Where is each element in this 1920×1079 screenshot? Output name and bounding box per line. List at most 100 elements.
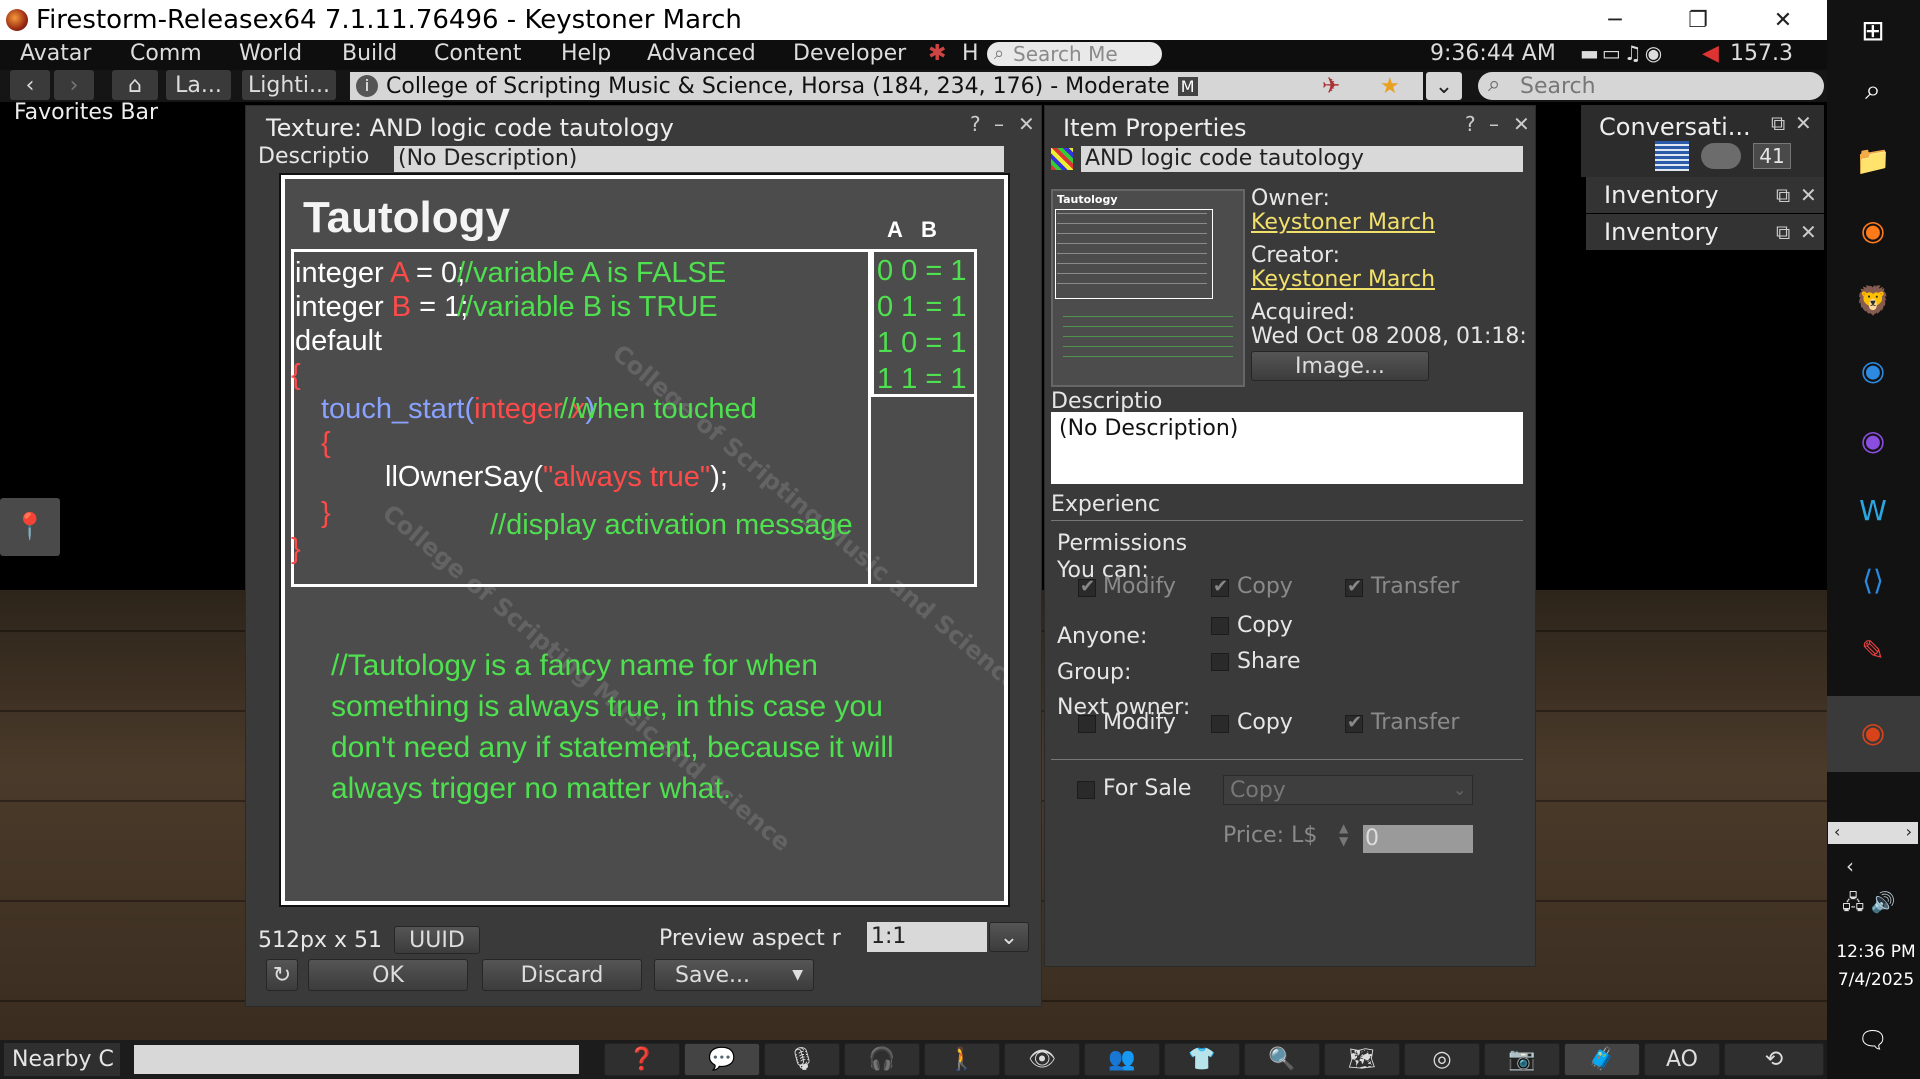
windows-start-icon[interactable]: ⊞	[1853, 10, 1893, 50]
anyone-copy-checkbox[interactable]	[1211, 617, 1229, 635]
restore-button[interactable]: ❐	[1658, 0, 1738, 40]
menu-advanced[interactable]: Advanced	[647, 41, 756, 66]
refresh-icon[interactable]: ↻	[266, 959, 298, 991]
vscode-icon[interactable]: ⟨⟩	[1853, 560, 1893, 600]
tray-scroller[interactable]: ‹ ›	[1828, 822, 1918, 844]
brave-icon[interactable]: 🦁	[1853, 280, 1893, 320]
save-button[interactable]: Save... ▼	[654, 959, 814, 991]
close-floater-button[interactable]: ✕	[1513, 112, 1530, 136]
close-floater-button[interactable]: ✕	[1018, 112, 1035, 136]
conversations-title[interactable]: Conversati...	[1599, 113, 1751, 141]
creator-link[interactable]: Keystoner March	[1251, 267, 1435, 292]
restore-icon[interactable]: ⧉	[1776, 220, 1790, 244]
next-copy-checkbox[interactable]	[1211, 715, 1229, 733]
firestorm-app-icon[interactable]: ◉	[1853, 712, 1893, 752]
close-button[interactable]: ✕	[1743, 0, 1823, 40]
ok-button[interactable]: OK	[308, 959, 468, 991]
next-modify-checkbox[interactable]	[1078, 715, 1096, 733]
discard-button[interactable]: Discard	[482, 959, 642, 991]
camera-view-icon[interactable]: 👁	[1004, 1043, 1080, 1076]
item-name-field[interactable]: AND logic code tautology	[1081, 146, 1523, 172]
menu-world[interactable]: World	[239, 41, 302, 66]
aspect-select[interactable]: 1:1	[867, 922, 987, 952]
help-icon[interactable]: ❓	[604, 1043, 680, 1076]
sale-type-select[interactable]: Copy	[1223, 775, 1473, 805]
location-dropdown-icon[interactable]: ⌄	[1426, 72, 1462, 100]
help-button[interactable]: ?	[1465, 112, 1476, 136]
sound-muted-icon[interactable]: ◀	[1702, 41, 1719, 66]
autopilot-icon[interactable]: ✱	[928, 41, 946, 66]
chat-icon[interactable]: 💬	[684, 1043, 760, 1076]
group-share-checkbox[interactable]	[1211, 653, 1229, 671]
save-dropdown-icon[interactable]: ▼	[792, 967, 803, 983]
ao-button[interactable]: AO	[1644, 1043, 1720, 1076]
menu-comm[interactable]: Comm	[130, 41, 202, 66]
minimize-floater-button[interactable]: –	[1489, 112, 1499, 136]
nearby-chat-button[interactable]: Nearby C	[4, 1043, 120, 1076]
voice-icon[interactable]: 🎙	[764, 1043, 840, 1076]
back-button[interactable]: ‹	[10, 70, 50, 100]
chevron-left-icon[interactable]: ‹	[1834, 822, 1840, 844]
inventory-title-1[interactable]: Inventory	[1604, 181, 1719, 209]
chevron-left-icon[interactable]: ‹	[1846, 854, 1854, 878]
owner-link[interactable]: Keystoner March	[1251, 210, 1435, 235]
wondershare-icon[interactable]: W	[1853, 490, 1893, 530]
network-volume-icon[interactable]: 🖧 🔊	[1842, 888, 1896, 922]
search-menu-input[interactable]: Search Me	[987, 42, 1162, 66]
next-transfer-checkbox[interactable]	[1345, 712, 1363, 733]
landmark-button[interactable]: La...	[166, 70, 231, 100]
forward-button[interactable]: ›	[54, 70, 94, 100]
map-icon[interactable]: 🗺	[1324, 1043, 1400, 1076]
description-textarea[interactable]: (No Description)	[1051, 412, 1523, 484]
uuid-button[interactable]: UUID	[394, 926, 480, 954]
home-button[interactable]: ⌂	[112, 70, 158, 100]
lighting-button[interactable]: Lighti...	[242, 70, 336, 100]
snapshot-icon[interactable]: 📷	[1484, 1043, 1560, 1076]
status-icons[interactable]: ▬▭♫◉	[1580, 41, 1665, 65]
appearance-icon[interactable]: 👕	[1164, 1043, 1240, 1076]
thunderbird-icon[interactable]: ◉	[1853, 350, 1893, 390]
close-icon[interactable]: ✕	[1795, 111, 1812, 135]
walk-icon[interactable]: 🚶	[924, 1043, 1000, 1076]
restore-icon[interactable]: ⧉	[1776, 183, 1790, 207]
minimize-button[interactable]: ─	[1575, 0, 1655, 40]
chat-thumbnail[interactable]	[1655, 141, 1689, 171]
restore-icon[interactable]: ⧉	[1771, 111, 1785, 135]
menu-content[interactable]: Content	[434, 41, 522, 66]
taskbar-time[interactable]: 12:36 PM	[1836, 942, 1916, 962]
inventory-icon[interactable]: 🧳	[1564, 1043, 1640, 1076]
firefox-icon[interactable]: ◉	[1853, 210, 1893, 250]
sale-type-dropdown-icon[interactable]: ⌄	[1453, 780, 1466, 799]
you-modify-checkbox[interactable]	[1078, 576, 1096, 597]
aspect-dropdown-icon[interactable]: ⌄	[989, 922, 1029, 952]
people-icon[interactable]: 👥	[1084, 1043, 1160, 1076]
tor-browser-icon[interactable]: ◉	[1853, 420, 1893, 460]
you-transfer-checkbox[interactable]	[1345, 576, 1363, 597]
map-pin-icon[interactable]: 📍	[0, 498, 60, 556]
radar-icon[interactable]: ◎	[1404, 1043, 1480, 1076]
price-input[interactable]: 0	[1363, 825, 1473, 853]
paint-icon[interactable]: ✎	[1853, 630, 1893, 670]
for-sale-checkbox[interactable]	[1077, 781, 1095, 799]
close-icon[interactable]: ✕	[1800, 220, 1817, 244]
minimize-floater-button[interactable]: –	[994, 112, 1004, 136]
favorite-star-icon[interactable]: ★	[1380, 74, 1400, 99]
menu-avatar[interactable]: Avatar	[20, 41, 91, 66]
chevron-right-icon[interactable]: ›	[1906, 822, 1912, 844]
description-field[interactable]: (No Description)	[394, 146, 1004, 172]
you-copy-checkbox[interactable]	[1211, 576, 1229, 597]
menu-developer[interactable]: Developer	[793, 41, 906, 66]
world-settings-icon[interactable]: ⟲	[1724, 1043, 1824, 1076]
menu-build[interactable]: Build	[342, 41, 397, 66]
notification-icon[interactable]: 🗨	[1853, 1020, 1893, 1060]
search-icon[interactable]: 🔍	[1244, 1043, 1320, 1076]
search-icon[interactable]: ⌕	[1853, 70, 1893, 110]
chat-input[interactable]	[134, 1045, 579, 1074]
search-input[interactable]: Search	[1478, 72, 1824, 100]
image-button[interactable]: Image...	[1251, 351, 1429, 381]
chat-bubble-icon[interactable]	[1701, 143, 1741, 169]
location-bar[interactable]: i College of Scripting Music & Science, …	[350, 72, 1423, 100]
file-explorer-icon[interactable]: 📁	[1853, 140, 1893, 180]
menu-help[interactable]: Help	[561, 41, 611, 66]
taskbar-date[interactable]: 7/4/2025	[1836, 970, 1916, 990]
